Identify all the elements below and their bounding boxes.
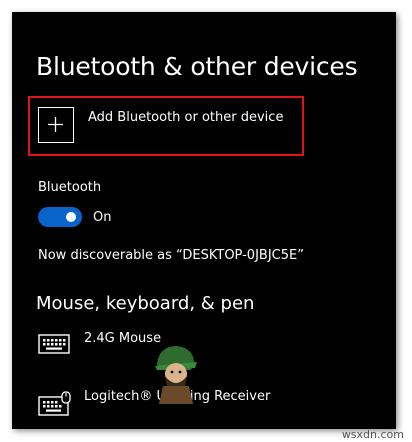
settings-panel: Bluetooth & other devices Add Bluetooth …	[12, 12, 396, 429]
watermark-text: wsxdn.com	[341, 428, 404, 441]
plus-icon	[38, 107, 74, 143]
discoverable-status: Now discoverable as “DESKTOP-0JBJC5E”	[38, 248, 304, 263]
bluetooth-toggle-state: On	[93, 210, 112, 225]
bluetooth-label: Bluetooth	[38, 180, 102, 195]
bluetooth-toggle[interactable]	[38, 207, 82, 227]
toggle-knob	[66, 212, 76, 222]
keyboard-mouse-icon	[38, 391, 72, 421]
page-title: Bluetooth & other devices	[36, 52, 358, 81]
mouse-keyboard-pen-heading: Mouse, keyboard, & pen	[36, 293, 255, 314]
add-device-button[interactable]: Add Bluetooth or other device	[36, 107, 296, 151]
add-device-label: Add Bluetooth or other device	[88, 110, 284, 125]
keyboard-icon	[38, 333, 70, 359]
watermark-character-logo	[147, 340, 203, 404]
